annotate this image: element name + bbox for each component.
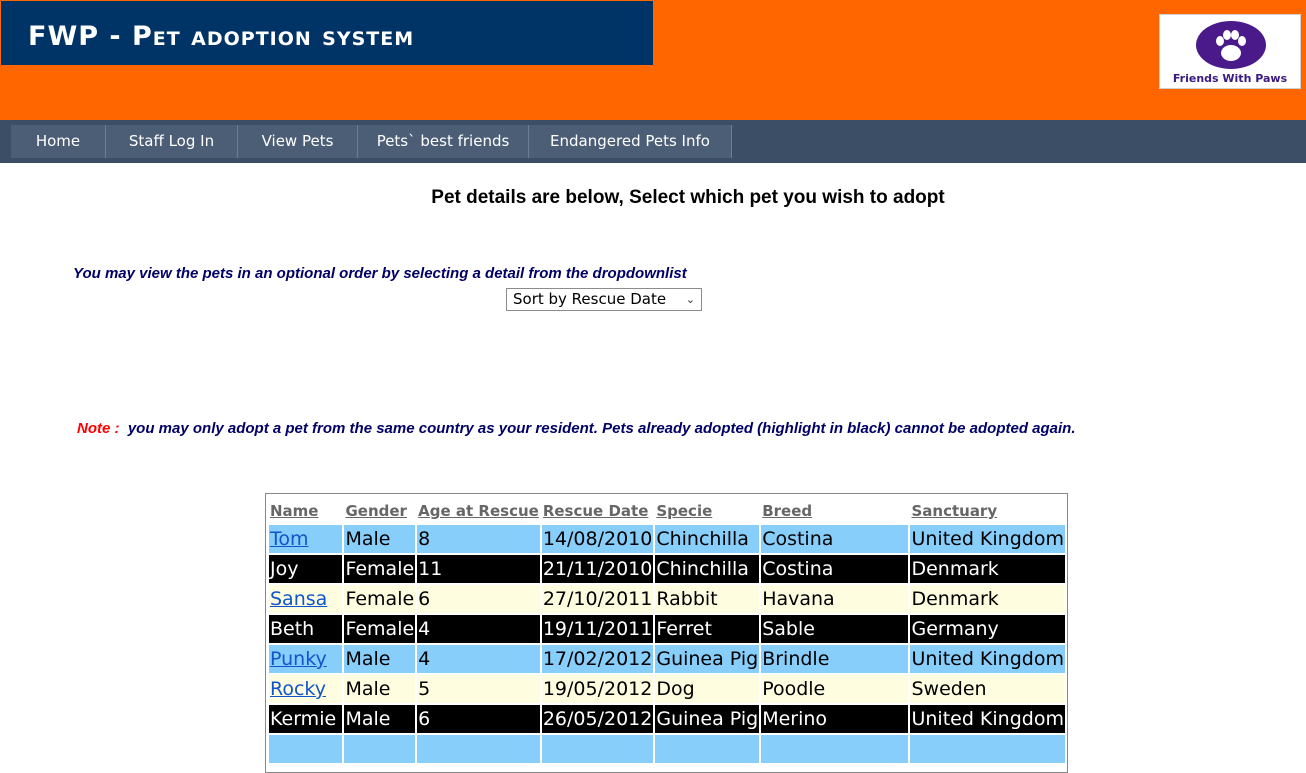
cell-age: 11 bbox=[417, 555, 540, 583]
cell-gender: Male bbox=[344, 645, 416, 673]
cell-date: 26/05/2012 bbox=[541, 705, 654, 733]
adoption-note: Note : you may only adopt a pet from the… bbox=[77, 420, 1076, 437]
cell-breed: Costina bbox=[761, 555, 909, 583]
table-row[interactable]: Rocky Male 5 19/05/2012 Dog Poodle Swede… bbox=[269, 675, 1065, 703]
header-breed[interactable]: Breed bbox=[761, 497, 908, 523]
chevron-down-icon: ⌄ bbox=[685, 293, 695, 306]
cell-specie: Rabbit bbox=[655, 585, 760, 613]
cell-gender: Female bbox=[344, 555, 416, 583]
cell-age: 4 bbox=[417, 615, 540, 643]
table-row: Beth Female 4 19/11/2011 Ferret Sable Ge… bbox=[269, 615, 1065, 643]
cell-age: 8 bbox=[417, 525, 540, 553]
cell-gender: Male bbox=[344, 705, 416, 733]
nav-pets-best-friends[interactable]: Pets` best friends bbox=[358, 125, 529, 158]
note-label: Note : bbox=[77, 420, 120, 437]
cell-breed: Poodle bbox=[761, 675, 909, 703]
cell-sanctuary: United Kingdom bbox=[910, 705, 1065, 733]
cell-name[interactable]: Rocky bbox=[269, 675, 343, 703]
cell-sanctuary: Sweden bbox=[910, 675, 1065, 703]
cell-sanctuary: United Kingdom bbox=[910, 525, 1065, 553]
site-title: FWP - Pet adoption system bbox=[28, 21, 415, 52]
pet-link[interactable]: Sansa bbox=[270, 588, 327, 610]
paw-print-icon bbox=[1216, 30, 1246, 61]
logo-text: Friends With Paws bbox=[1172, 72, 1288, 85]
header-rescue-date[interactable]: Rescue Date bbox=[542, 497, 654, 523]
pets-table-container: Name Gender Age at Rescue Rescue Date Sp… bbox=[265, 493, 1068, 773]
header-specie[interactable]: Specie bbox=[655, 497, 759, 523]
cell-name[interactable]: Tom bbox=[269, 525, 343, 553]
cell-age: 6 bbox=[417, 705, 540, 733]
cell-date: 19/11/2011 bbox=[541, 615, 654, 643]
pets-table: Name Gender Age at Rescue Rescue Date Sp… bbox=[267, 495, 1067, 765]
pet-link[interactable]: Rocky bbox=[270, 678, 326, 700]
cell-breed: Sable bbox=[761, 615, 909, 643]
cell-date: 19/05/2012 bbox=[541, 675, 654, 703]
header-name[interactable]: Name bbox=[269, 497, 342, 523]
cell-name: Beth bbox=[269, 615, 343, 643]
cell-sanctuary: Germany bbox=[910, 615, 1065, 643]
table-row[interactable]: Punky Male 4 17/02/2012 Guinea Pig Brind… bbox=[269, 645, 1065, 673]
table-row-partial bbox=[269, 735, 1065, 763]
cell-specie: Ferret bbox=[655, 615, 760, 643]
header-sanctuary[interactable]: Sanctuary bbox=[910, 497, 1065, 523]
note-text: you may only adopt a pet from the same c… bbox=[127, 420, 1076, 437]
pet-link[interactable]: Tom bbox=[270, 528, 309, 550]
table-header-row: Name Gender Age at Rescue Rescue Date Sp… bbox=[269, 497, 1065, 523]
cell-breed: Merino bbox=[761, 705, 909, 733]
nav-home[interactable]: Home bbox=[11, 125, 106, 158]
table-row: Joy Female 11 21/11/2010 Chinchilla Cost… bbox=[269, 555, 1065, 583]
cell-age: 6 bbox=[417, 585, 540, 613]
cell-gender: Female bbox=[344, 585, 416, 613]
cell-specie: Dog bbox=[655, 675, 760, 703]
pet-link[interactable]: Punky bbox=[270, 648, 327, 670]
cell-specie: Chinchilla bbox=[655, 555, 760, 583]
sort-dropdown[interactable]: Sort by Rescue Date ⌄ bbox=[506, 288, 702, 311]
cell-date: 27/10/2011 bbox=[541, 585, 654, 613]
nav-bar: Home Staff Log In View Pets Pets` best f… bbox=[0, 120, 1306, 163]
cell-gender: Female bbox=[344, 615, 416, 643]
cell-name: Kermie bbox=[269, 705, 343, 733]
cell-sanctuary: Denmark bbox=[910, 555, 1065, 583]
header-age-at-rescue[interactable]: Age at Rescue bbox=[417, 497, 540, 523]
cell-sanctuary: Denmark bbox=[910, 585, 1065, 613]
cell-sanctuary: United Kingdom bbox=[910, 645, 1065, 673]
cell-age: 4 bbox=[417, 645, 540, 673]
cell-breed: Costina bbox=[761, 525, 909, 553]
nav-endangered-pets[interactable]: Endangered Pets Info bbox=[529, 125, 732, 158]
nav-staff-login[interactable]: Staff Log In bbox=[106, 125, 238, 158]
cell-name[interactable]: Punky bbox=[269, 645, 343, 673]
logo: Friends With Paws bbox=[1159, 14, 1301, 89]
cell-name[interactable]: Sansa bbox=[269, 585, 343, 613]
cell-breed: Brindle bbox=[761, 645, 909, 673]
header-gender[interactable]: Gender bbox=[344, 497, 415, 523]
page-heading: Pet details are below, Select which pet … bbox=[431, 187, 945, 208]
cell-specie: Guinea Pig bbox=[655, 705, 760, 733]
sort-dropdown-value: Sort by Rescue Date bbox=[513, 290, 667, 308]
cell-specie: Guinea Pig bbox=[655, 645, 760, 673]
nav-view-pets[interactable]: View Pets bbox=[238, 125, 358, 158]
table-row[interactable]: Sansa Female 6 27/10/2011 Rabbit Havana … bbox=[269, 585, 1065, 613]
cell-name: Joy bbox=[269, 555, 343, 583]
cell-date: 21/11/2010 bbox=[541, 555, 654, 583]
cell-date: 14/08/2010 bbox=[541, 525, 654, 553]
cell-date: 17/02/2012 bbox=[541, 645, 654, 673]
title-panel: FWP - Pet adoption system bbox=[1, 1, 653, 65]
table-row: Kermie Male 6 26/05/2012 Guinea Pig Meri… bbox=[269, 705, 1065, 733]
sort-instructions: You may view the pets in an optional ord… bbox=[73, 265, 687, 282]
cell-age: 5 bbox=[417, 675, 540, 703]
cell-gender: Male bbox=[344, 675, 416, 703]
table-row[interactable]: Tom Male 8 14/08/2010 Chinchilla Costina… bbox=[269, 525, 1065, 553]
cell-specie: Chinchilla bbox=[655, 525, 760, 553]
cell-gender: Male bbox=[344, 525, 416, 553]
cell-breed: Havana bbox=[761, 585, 909, 613]
